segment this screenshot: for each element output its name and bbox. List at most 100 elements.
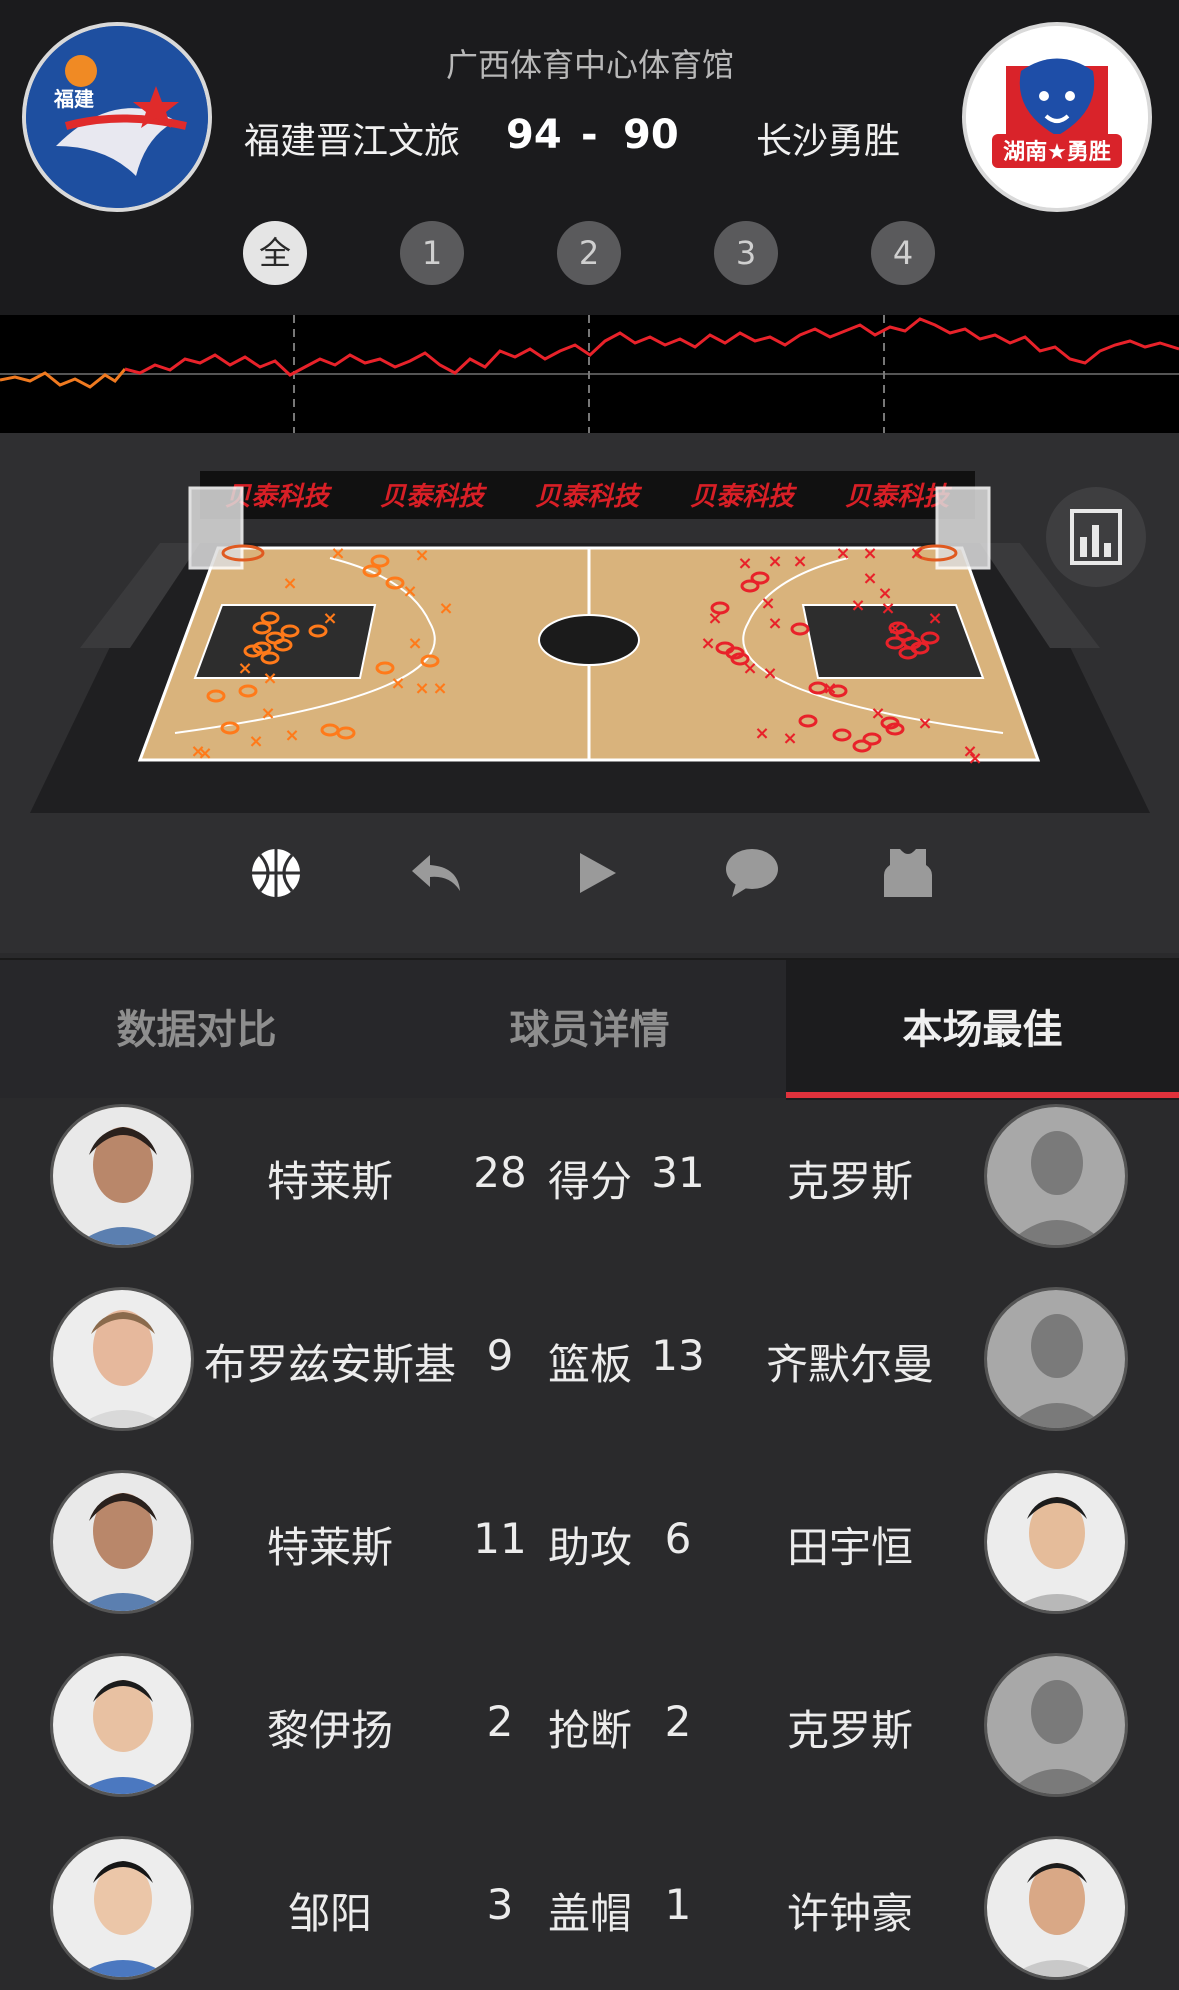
tab-player-details[interactable]: 球员详情	[393, 960, 786, 1100]
home-team-logo[interactable]: 福建	[22, 22, 212, 212]
avatar[interactable]	[50, 1287, 194, 1431]
missed-shot-marker: ×	[835, 543, 850, 564]
away-player-name[interactable]: 克罗斯	[720, 1697, 980, 1758]
missed-shot-marker: ×	[880, 598, 895, 619]
svg-text:福建: 福建	[53, 87, 94, 111]
missed-shot-marker: ×	[967, 748, 982, 769]
away-team-name[interactable]: 长沙勇胜	[756, 112, 900, 164]
missed-shot-marker: ×	[850, 595, 865, 616]
away-player-name[interactable]: 克罗斯	[720, 1148, 980, 1209]
play-icon[interactable]	[568, 845, 624, 901]
missed-shot-marker: ×	[414, 678, 429, 699]
sponsor-boards: 贝泰科技 贝泰科技 贝泰科技 贝泰科技 贝泰科技	[200, 471, 975, 519]
period-all[interactable]: 全	[243, 221, 307, 285]
missed-shot-marker: ×	[700, 633, 715, 654]
missed-shot-marker: ×	[262, 668, 277, 689]
avatar[interactable]	[50, 1836, 194, 1980]
missed-shot-marker: ×	[237, 658, 252, 679]
svg-text:贝泰科技: 贝泰科技	[535, 482, 643, 512]
home-logo-icon: 福建	[26, 26, 208, 208]
missed-shot-marker: ×	[917, 713, 932, 734]
tab-data-compare[interactable]: 数据对比	[0, 960, 393, 1100]
jersey-icon[interactable]	[880, 845, 936, 901]
away-stat-value: 13	[651, 1331, 705, 1380]
court-toolbar	[0, 845, 1179, 925]
home-player-name[interactable]: 邹阳	[190, 1880, 470, 1941]
home-stat-value: 2	[486, 1697, 514, 1746]
home-stat-value: 9	[486, 1331, 514, 1380]
missed-shot-marker: ×	[862, 543, 877, 564]
missed-shot-marker: ×	[322, 608, 337, 629]
missed-shot-marker: ×	[822, 678, 837, 699]
period-1[interactable]: 1	[400, 221, 464, 285]
away-player-name[interactable]: 田宇恒	[720, 1514, 980, 1575]
avatar[interactable]	[984, 1836, 1128, 1980]
missed-shot-marker: ×	[927, 608, 942, 629]
stat-label: 抢断	[547, 1706, 632, 1755]
away-stat-value: 2	[664, 1697, 692, 1746]
home-stat-value: 11	[473, 1514, 527, 1563]
avatar[interactable]	[984, 1104, 1128, 1248]
avatar[interactable]	[984, 1287, 1128, 1431]
missed-shot-marker: ×	[390, 673, 405, 694]
best-row-assists: 特莱斯 11 助攻 6 田宇恒	[0, 1470, 1179, 1620]
period-3[interactable]: 3	[714, 221, 778, 285]
player-photo-icon	[987, 1839, 1125, 1977]
shot-chart-area: 贝泰科技 贝泰科技 贝泰科技 贝泰科技 贝泰科技 × × × × × × × × × × × × × × ×…	[0, 433, 1179, 953]
home-player-name[interactable]: 布罗兹安斯基	[190, 1331, 470, 1392]
avatar[interactable]	[984, 1470, 1128, 1614]
stat-label: 得分	[547, 1157, 632, 1206]
away-stat-value: 6	[664, 1514, 692, 1563]
best-row-blocks: 邹阳 3 盖帽 1 许钟豪	[0, 1836, 1179, 1986]
missed-shot-marker: ×	[767, 551, 782, 572]
away-player-name[interactable]: 许钟豪	[720, 1880, 980, 1941]
tab-best-of-game[interactable]: 本场最佳	[786, 960, 1179, 1100]
period-2[interactable]: 2	[557, 221, 621, 285]
missed-shot-marker: ×	[887, 618, 902, 639]
reply-icon[interactable]	[408, 845, 464, 901]
missed-shot-marker: ×	[282, 573, 297, 594]
avatar[interactable]	[984, 1653, 1128, 1797]
missed-shot-marker: ×	[330, 543, 345, 564]
svg-text:贝泰科技: 贝泰科技	[690, 482, 798, 512]
home-player-name[interactable]: 特莱斯	[190, 1514, 470, 1575]
missed-shot-marker: ×	[414, 545, 429, 566]
missed-shot-marker: ×	[248, 731, 263, 752]
period-4[interactable]: 4	[871, 221, 935, 285]
right-backboard	[935, 486, 991, 570]
home-player-name[interactable]: 特莱斯	[190, 1148, 470, 1209]
away-team-logo[interactable]: 湖南★勇胜	[962, 22, 1152, 212]
basketball-icon[interactable]	[248, 845, 304, 901]
default-avatar-icon	[987, 1107, 1125, 1245]
away-logo-icon: 湖南★勇胜	[966, 26, 1148, 208]
best-players-list: 特莱斯 28 得分 31 克罗斯 布罗兹安斯基 9 篮板 13 齐默尔曼 特莱斯…	[0, 1100, 1179, 1990]
missed-shot-marker: ×	[432, 678, 447, 699]
chat-icon[interactable]	[724, 845, 780, 901]
avatar[interactable]	[50, 1104, 194, 1248]
missed-shot-marker: ×	[909, 543, 924, 564]
missed-shot-marker: ×	[782, 728, 797, 749]
avatar[interactable]	[50, 1653, 194, 1797]
active-tab-indicator	[786, 1092, 1179, 1098]
score-separator: -	[581, 112, 598, 158]
default-avatar-icon	[987, 1290, 1125, 1428]
best-row-rebounds: 布罗兹安斯基 9 篮板 13 齐默尔曼	[0, 1287, 1179, 1437]
svg-text:湖南★勇胜: 湖南★勇胜	[1003, 140, 1111, 165]
scoreboard-header: 福建 广西体育中心体育馆 福建晋江文旅 94 - 90 长沙勇胜 湖南★勇胜 全…	[0, 0, 1179, 315]
score-diff-away-segment	[124, 317, 1179, 377]
missed-shot-marker: ×	[284, 725, 299, 746]
score-diff-home-segment	[0, 368, 127, 389]
missed-shot-marker: ×	[438, 598, 453, 619]
venue-name: 广西体育中心体育馆	[445, 46, 734, 84]
home-score: 94	[506, 112, 562, 158]
avatar[interactable]	[50, 1470, 194, 1614]
missed-shot-marker: ×	[792, 551, 807, 572]
missed-shot-marker: ×	[407, 633, 422, 654]
away-player-name[interactable]: 齐默尔曼	[720, 1331, 980, 1392]
missed-shot-marker: ×	[762, 663, 777, 684]
missed-shot-marker: ×	[742, 658, 757, 679]
home-team-name[interactable]: 福建晋江文旅	[244, 112, 460, 164]
stats-button[interactable]	[1046, 487, 1146, 587]
home-player-name[interactable]: 黎伊扬	[190, 1697, 470, 1758]
score-flow-chart	[0, 315, 1179, 433]
